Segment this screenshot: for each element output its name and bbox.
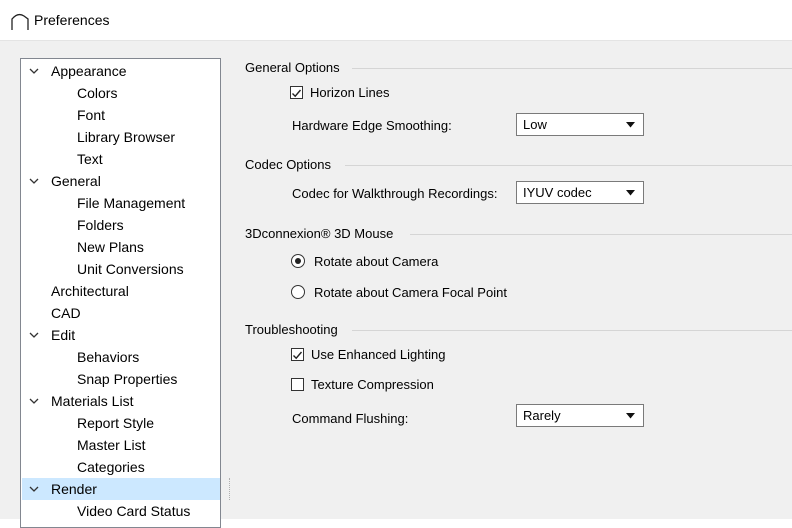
tree-item-label: Categories — [77, 459, 145, 475]
troubleshooting-title: Troubleshooting — [245, 322, 338, 337]
tree-item-library-browser[interactable]: Library Browser — [22, 126, 220, 148]
tree-item-label: New Plans — [77, 239, 144, 255]
tree-item-snap-properties[interactable]: Snap Properties — [22, 368, 220, 390]
group-divider — [345, 165, 792, 166]
codec-label: Codec for Walkthrough Recordings: — [292, 186, 498, 201]
rotate-camera-radio[interactable] — [291, 254, 305, 268]
tree-item-label: Master List — [77, 437, 146, 453]
chevron-down-icon[interactable] — [28, 478, 40, 500]
tree-item-appearance[interactable]: Appearance — [22, 60, 220, 82]
texture-compression-checkbox[interactable] — [291, 378, 304, 391]
chevron-down-icon[interactable] — [28, 170, 40, 192]
tree-item-label: Unit Conversions — [77, 261, 184, 277]
tree-item-materials-list[interactable]: Materials List — [22, 390, 220, 412]
panel-splitter[interactable] — [229, 478, 233, 500]
checkmark-icon — [292, 89, 302, 98]
tree-item-label: Snap Properties — [77, 371, 178, 387]
dropdown-arrow-icon — [626, 413, 635, 419]
tree-item-render[interactable]: Render — [22, 478, 220, 500]
tree-item-label: General — [51, 173, 101, 189]
dropdown-arrow-icon — [626, 190, 635, 196]
enhanced-lighting-checkbox[interactable] — [291, 348, 304, 361]
codec-value: IYUV codec — [523, 185, 592, 200]
tree-item-new-plans[interactable]: New Plans — [22, 236, 220, 258]
chevron-down-icon[interactable] — [28, 60, 40, 82]
tree-item-label: Library Browser — [77, 129, 176, 145]
tree-item-cad[interactable]: CAD — [22, 302, 220, 324]
rotate-focal-label: Rotate about Camera Focal Point — [314, 285, 507, 300]
tree-item-file-management[interactable]: File Management — [22, 192, 220, 214]
tree-item-general[interactable]: General — [22, 170, 220, 192]
tree-item-categories[interactable]: Categories — [22, 456, 220, 478]
tree-item-behaviors[interactable]: Behaviors — [22, 346, 220, 368]
radio-dot — [295, 258, 301, 264]
tree-item-label: Folders — [77, 217, 124, 233]
house-roof-icon — [11, 13, 29, 30]
tree-item-architectural[interactable]: Architectural — [22, 280, 220, 302]
tree-item-font[interactable]: Font — [22, 104, 220, 126]
tree-item-label: Render — [51, 481, 97, 497]
tree-item-label: Font — [77, 107, 106, 123]
tree-item-label: Architectural — [51, 283, 129, 299]
codec-select[interactable]: IYUV codec — [516, 181, 644, 204]
mouse-options-title: 3Dconnexion® 3D Mouse — [245, 226, 394, 241]
tree-item-label: File Management — [77, 195, 186, 211]
tree-item-label: Text — [77, 151, 103, 167]
horizon-lines-checkbox[interactable] — [290, 86, 303, 99]
command-flushing-value: Rarely — [523, 408, 561, 423]
rotate-camera-label: Rotate about Camera — [314, 254, 439, 269]
horizon-lines-label: Horizon Lines — [310, 85, 390, 100]
tree-item-unit-conversions[interactable]: Unit Conversions — [22, 258, 220, 280]
chevron-down-icon[interactable] — [28, 390, 40, 412]
texture-compression-label: Texture Compression — [311, 377, 434, 392]
tree-item-label: Behaviors — [77, 349, 140, 365]
tree-item-label: Materials List — [51, 393, 134, 409]
chevron-down-icon[interactable] — [28, 324, 40, 346]
tree-item-label: CAD — [51, 305, 81, 321]
edge-smoothing-value: Low — [523, 117, 547, 132]
enhanced-lighting-label: Use Enhanced Lighting — [311, 347, 446, 362]
tree-item-folders[interactable]: Folders — [22, 214, 220, 236]
tree-item-label: Report Style — [77, 415, 155, 431]
edge-smoothing-label: Hardware Edge Smoothing: — [292, 118, 452, 133]
dropdown-arrow-icon — [626, 122, 635, 128]
group-divider — [352, 330, 792, 331]
tree-item-label: Colors — [77, 85, 118, 101]
window-title: Preferences — [34, 12, 110, 28]
rotate-focal-radio[interactable] — [291, 285, 305, 299]
checkmark-icon — [293, 351, 303, 360]
title-bar: Preferences — [0, 0, 792, 41]
category-tree[interactable]: Appearance Colors Font Library Browser T… — [20, 58, 221, 528]
group-divider — [352, 68, 792, 69]
command-flushing-select[interactable]: Rarely — [516, 404, 644, 427]
tree-item-label: Appearance — [51, 63, 127, 79]
tree-item-label: Edit — [51, 327, 76, 343]
general-options-title: General Options — [245, 60, 340, 75]
codec-options-title: Codec Options — [245, 157, 331, 172]
edge-smoothing-select[interactable]: Low — [516, 113, 644, 136]
tree-item-master-list[interactable]: Master List — [22, 434, 220, 456]
tree-item-edit[interactable]: Edit — [22, 324, 220, 346]
tree-item-text[interactable]: Text — [22, 148, 220, 170]
command-flushing-label: Command Flushing: — [292, 411, 409, 426]
tree-item-report-style[interactable]: Report Style — [22, 412, 220, 434]
tree-item-colors[interactable]: Colors — [22, 82, 220, 104]
group-divider — [410, 234, 792, 235]
